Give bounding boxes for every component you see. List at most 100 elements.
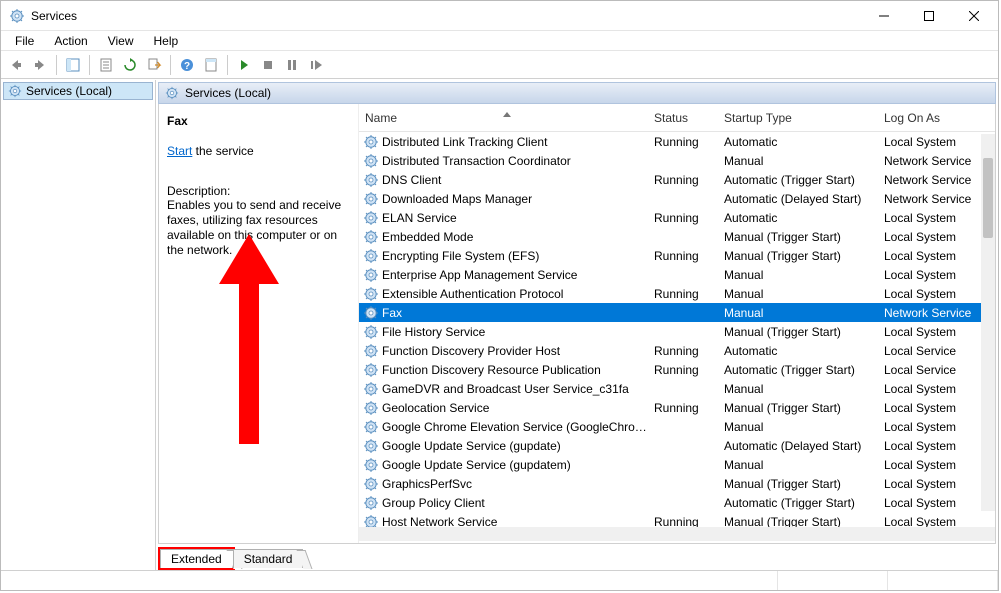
service-row[interactable]: Google Chrome Elevation Service (GoogleC…	[359, 417, 995, 436]
properties-button[interactable]	[95, 54, 117, 76]
gear-icon	[363, 400, 379, 416]
gear-icon	[363, 476, 379, 492]
gear-icon	[363, 248, 379, 264]
cell-name: Distributed Transaction Coordinator	[382, 154, 654, 168]
col-header-name[interactable]: Name	[359, 111, 654, 125]
help-button[interactable]: ?	[176, 54, 198, 76]
service-row[interactable]: Host Network ServiceRunningManual (Trigg…	[359, 512, 995, 527]
gear-icon	[363, 343, 379, 359]
service-row[interactable]: Google Update Service (gupdatem)ManualLo…	[359, 455, 995, 474]
back-button[interactable]	[5, 54, 27, 76]
tab-standard[interactable]: Standard	[233, 549, 304, 568]
svg-text:?: ?	[184, 61, 190, 72]
cell-status: Running	[654, 211, 724, 225]
cell-startup: Automatic (Trigger Start)	[724, 496, 884, 510]
service-row[interactable]: DNS ClientRunningAutomatic (Trigger Star…	[359, 170, 995, 189]
close-button[interactable]	[951, 1, 996, 30]
cell-logon: Local System	[884, 268, 995, 282]
horizontal-scrollbar[interactable]	[359, 527, 995, 541]
nav-item-services-local[interactable]: Services (Local)	[3, 82, 153, 100]
cell-logon: Network Service	[884, 192, 995, 206]
cell-startup: Manual (Trigger Start)	[724, 230, 884, 244]
cell-logon: Local System	[884, 477, 995, 491]
cell-logon: Local System	[884, 382, 995, 396]
gear-icon	[363, 134, 379, 150]
show-hide-tree-button[interactable]	[62, 54, 84, 76]
gear-icon	[363, 514, 379, 528]
cell-name: Encrypting File System (EFS)	[382, 249, 654, 263]
cell-logon: Network Service	[884, 173, 995, 187]
menu-help[interactable]: Help	[144, 32, 189, 50]
service-row[interactable]: Google Update Service (gupdate)Automatic…	[359, 436, 995, 455]
service-row[interactable]: Geolocation ServiceRunningManual (Trigge…	[359, 398, 995, 417]
gear-icon	[363, 438, 379, 454]
cell-status: Running	[654, 515, 724, 528]
cell-status: Running	[654, 344, 724, 358]
service-row[interactable]: FaxManualNetwork Service	[359, 303, 995, 322]
service-row[interactable]: Distributed Link Tracking ClientRunningA…	[359, 132, 995, 151]
status-bar	[1, 570, 998, 590]
service-row[interactable]: Function Discovery Resource PublicationR…	[359, 360, 995, 379]
cell-startup: Manual	[724, 420, 884, 434]
stop-service-button[interactable]	[257, 54, 279, 76]
description-label: Description:	[167, 184, 350, 198]
service-row[interactable]: Downloaded Maps ManagerAutomatic (Delaye…	[359, 189, 995, 208]
service-row[interactable]: GameDVR and Broadcast User Service_c31fa…	[359, 379, 995, 398]
window-title: Services	[31, 9, 77, 23]
gear-icon	[363, 267, 379, 283]
gear-icon	[165, 86, 179, 100]
service-row[interactable]: Embedded ModeManual (Trigger Start)Local…	[359, 227, 995, 246]
export-button[interactable]	[143, 54, 165, 76]
cell-name: Downloaded Maps Manager	[382, 192, 654, 206]
service-row[interactable]: Distributed Transaction CoordinatorManua…	[359, 151, 995, 170]
cell-logon: Network Service	[884, 306, 995, 320]
service-row[interactable]: Encrypting File System (EFS)RunningManua…	[359, 246, 995, 265]
service-row[interactable]: Function Discovery Provider HostRunningA…	[359, 341, 995, 360]
title-bar: Services	[1, 1, 998, 31]
menu-view[interactable]: View	[98, 32, 144, 50]
col-header-status[interactable]: Status	[654, 111, 724, 125]
cell-name: GraphicsPerfSvc	[382, 477, 654, 491]
col-header-logon[interactable]: Log On As	[884, 111, 995, 125]
gear-icon	[363, 305, 379, 321]
cell-startup: Manual	[724, 382, 884, 396]
refresh-button[interactable]	[119, 54, 141, 76]
vertical-scrollbar[interactable]	[981, 134, 995, 511]
cell-name: Distributed Link Tracking Client	[382, 135, 654, 149]
cell-logon: Local System	[884, 515, 995, 528]
col-header-startup[interactable]: Startup Type	[724, 111, 884, 125]
service-row[interactable]: ELAN ServiceRunningAutomaticLocal System	[359, 208, 995, 227]
menu-bar: File Action View Help	[1, 31, 998, 51]
cell-name: Geolocation Service	[382, 401, 654, 415]
description-pane: Fax Start the service Description: Enabl…	[159, 104, 359, 543]
cell-logon: Local Service	[884, 363, 995, 377]
toolbar: ?	[1, 51, 998, 79]
maximize-button[interactable]	[906, 1, 951, 30]
restart-service-button[interactable]	[305, 54, 327, 76]
service-row[interactable]: GraphicsPerfSvcManual (Trigger Start)Loc…	[359, 474, 995, 493]
cell-logon: Local System	[884, 458, 995, 472]
scrollbar-thumb[interactable]	[983, 158, 993, 238]
service-row[interactable]: Enterprise App Management ServiceManualL…	[359, 265, 995, 284]
start-service-button[interactable]	[233, 54, 255, 76]
forward-button[interactable]	[29, 54, 51, 76]
gear-icon	[363, 153, 379, 169]
minimize-button[interactable]	[861, 1, 906, 30]
cell-name: Google Update Service (gupdate)	[382, 439, 654, 453]
pause-service-button[interactable]	[281, 54, 303, 76]
cell-name: Extensible Authentication Protocol	[382, 287, 654, 301]
column-headers: Name Status Startup Type Log On As	[359, 104, 995, 132]
properties-sheet-button[interactable]	[200, 54, 222, 76]
service-row[interactable]: Group Policy ClientAutomatic (Trigger St…	[359, 493, 995, 512]
menu-action[interactable]: Action	[44, 32, 97, 50]
tab-extended[interactable]: Extended	[160, 549, 233, 568]
cell-status: Running	[654, 173, 724, 187]
service-row[interactable]: File History ServiceManual (Trigger Star…	[359, 322, 995, 341]
menu-file[interactable]: File	[5, 32, 44, 50]
sort-asc-icon	[503, 112, 511, 117]
start-service-link[interactable]: Start	[167, 144, 192, 158]
cell-name: Google Chrome Elevation Service (GoogleC…	[382, 420, 654, 434]
cell-logon: Local System	[884, 287, 995, 301]
app-icon	[9, 8, 25, 24]
service-row[interactable]: Extensible Authentication ProtocolRunnin…	[359, 284, 995, 303]
